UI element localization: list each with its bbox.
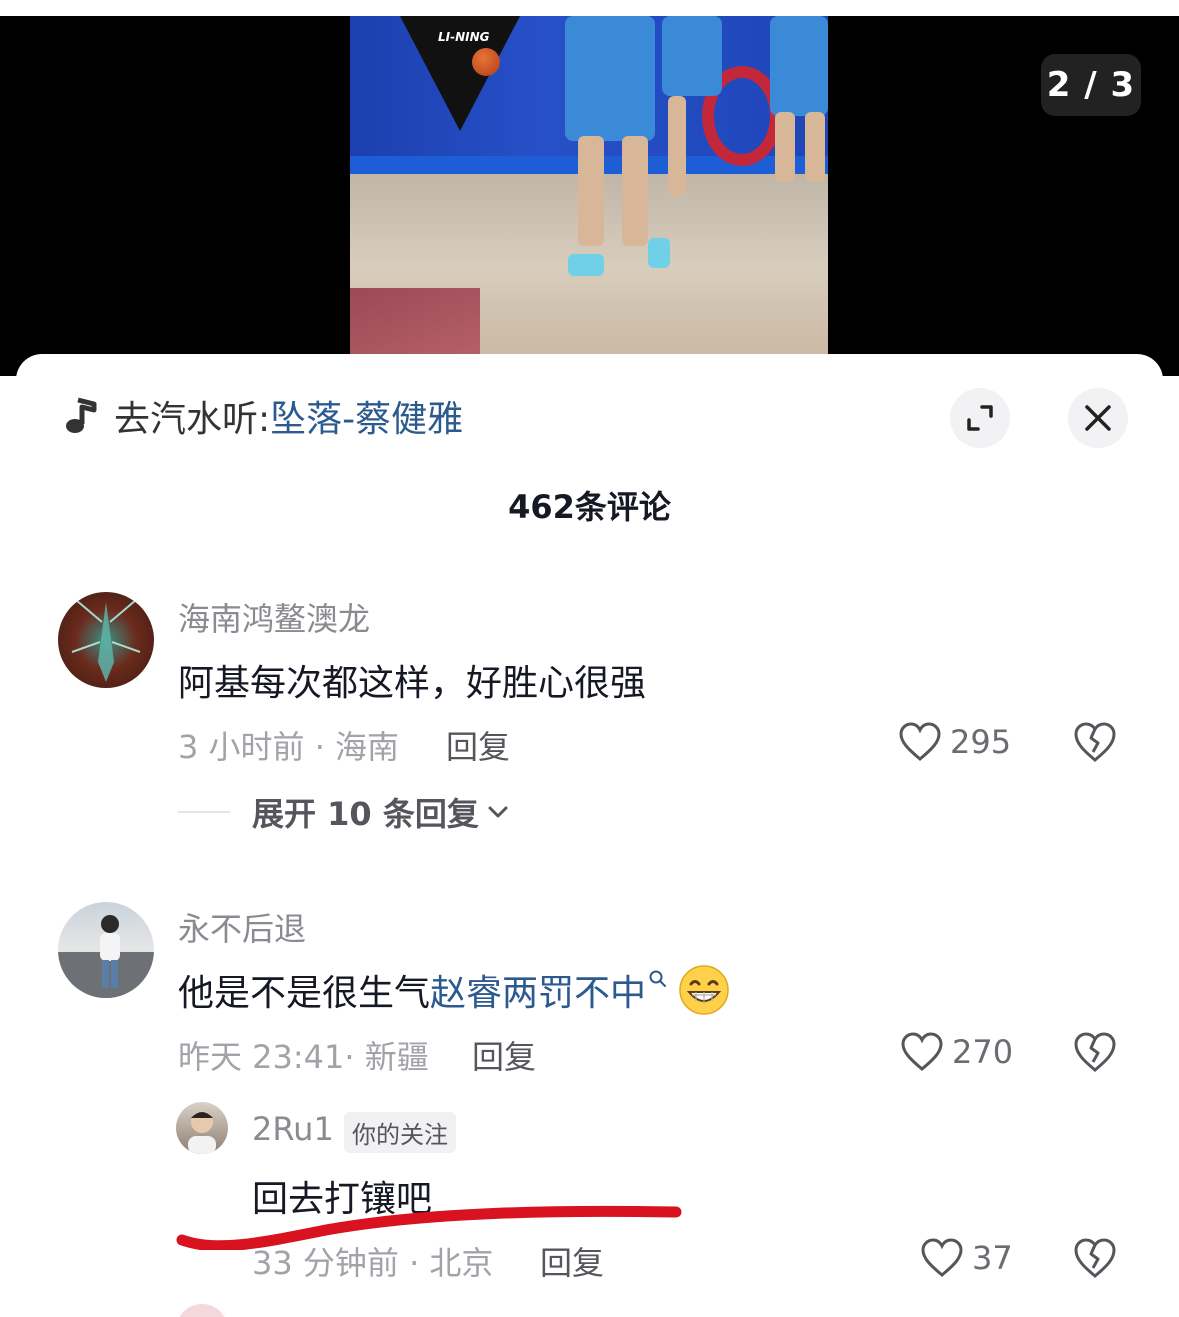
divider-line [178,811,230,813]
comment-text-prefix: 他是不是很生气 [178,973,431,1014]
player-figure [662,16,722,96]
person-avatar-image [58,915,154,998]
like-count: 270 [952,1033,1014,1071]
comment-sheet: 去汽水听: 坠落-蔡健雅 462条评论 海南鸿鳌澳龙 阿基每次都这样，好胜心很强… [16,354,1163,1317]
lobster-avatar-image [71,599,141,682]
page-indicator: 2 / 3 [1041,54,1141,116]
red-underline-mark [176,1205,682,1250]
close-button[interactable] [1068,388,1128,448]
court-logo-text: LI-NING [438,30,490,44]
broken-heart-icon [1074,722,1116,762]
broken-heart-icon [1074,1238,1116,1278]
avatar[interactable] [58,902,154,998]
like-count: 37 [972,1239,1013,1277]
court-paint [350,288,480,356]
avatar[interactable] [58,592,154,688]
heart-outline-icon [899,722,941,761]
like-button[interactable]: 37 [920,1234,1013,1282]
comment-text: 阿基每次都这样，好胜心很强 [178,663,647,704]
person-avatar-image [188,1111,216,1154]
following-tag: 你的关注 [344,1112,456,1153]
close-icon [1085,405,1111,431]
player-figure [770,16,828,116]
player-figure [565,16,655,141]
comment-meta: 昨天 23:41· 新疆 [178,1038,429,1076]
dislike-button[interactable] [1072,720,1118,766]
heart-outline-icon [921,1238,963,1277]
avatar[interactable] [176,1304,228,1317]
dislike-button[interactable] [1072,1236,1118,1282]
heart-outline-icon [901,1032,943,1071]
grinning-face-emoji [679,965,729,1015]
expand-replies-label: 展开 10 条回复 [252,795,479,833]
expand-replies-button[interactable]: 展开 10 条回复 [178,790,511,834]
reply-button[interactable]: 回复 [446,722,510,768]
search-icon [649,970,667,987]
reply-button[interactable]: 回复 [472,1032,536,1078]
music-note-icon [64,396,100,436]
video-player[interactable]: LI-NING 2 / 3 [0,16,1179,376]
search-link-text[interactable]: 赵睿两罚不中 [430,964,646,1016]
expand-button[interactable] [950,388,1010,448]
like-count: 295 [950,723,1012,761]
chevron-down-icon [488,806,508,818]
like-button[interactable]: 295 [898,718,1011,766]
video-frame: LI-NING [350,16,828,356]
comment-count-title: 462条评论 [508,488,671,526]
music-prefix: 去汽水听: [114,399,271,440]
music-song-link[interactable]: 坠落-蔡健雅 [270,390,463,442]
music-link-row[interactable]: 去汽水听: 坠落-蔡健雅 [64,390,463,442]
like-button[interactable]: 270 [900,1028,1013,1076]
reply-avatar[interactable] [176,1102,228,1154]
expand-icon [967,405,993,431]
comment-text: 他是不是很生气 赵睿两罚不中 [178,964,730,1016]
broken-heart-icon [1074,1032,1116,1072]
comment-meta: 3 小时前 · 海南 [178,728,400,766]
basketball [472,48,500,76]
comment-username[interactable]: 海南鸿鳌澳龙 [178,594,370,640]
dislike-button[interactable] [1072,1030,1118,1076]
reply-username[interactable]: 2Ru1 [252,1110,334,1148]
comment-username[interactable]: 永不后退 [178,904,306,950]
